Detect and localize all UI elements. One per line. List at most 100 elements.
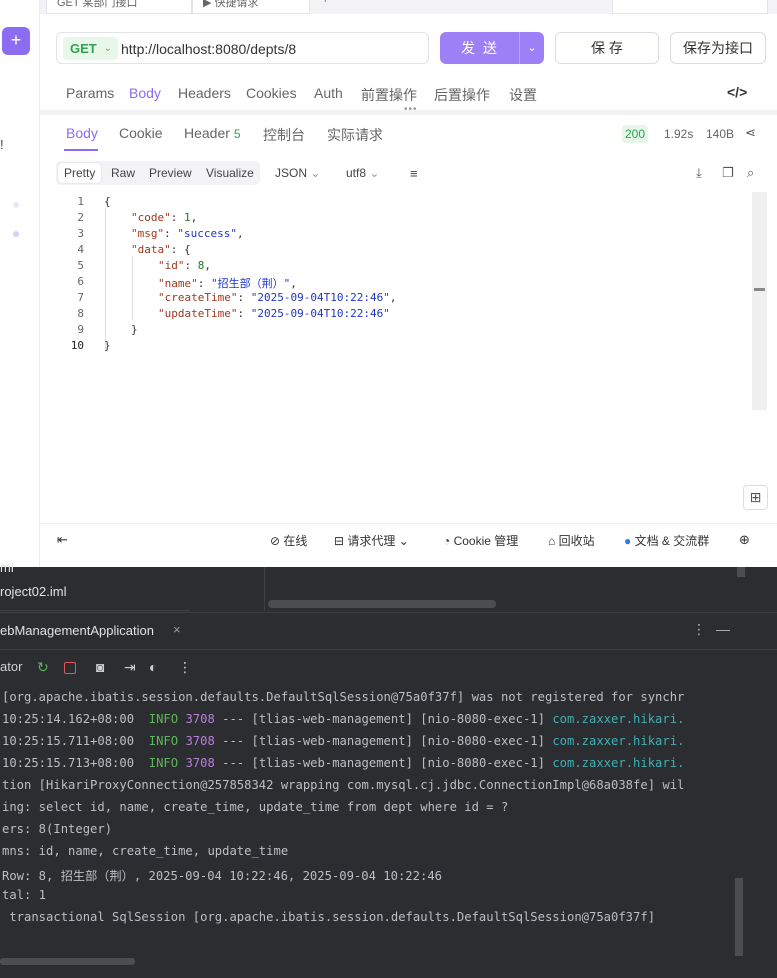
console-line: mns: id, name, create_time, update_time xyxy=(2,844,289,858)
code-token: "招生部（荆）" xyxy=(211,277,291,290)
response-tab-console[interactable]: 控制台 xyxy=(263,125,305,145)
code-token: : xyxy=(237,291,251,304)
line-number: 2 xyxy=(77,211,84,224)
log-level: INFO xyxy=(148,712,179,726)
code-token: "data" xyxy=(131,243,171,256)
code-icon[interactable]: </> xyxy=(727,84,747,100)
format-preview[interactable]: Preview xyxy=(149,166,192,180)
log-class-link[interactable]: com.zaxxer.hikari. xyxy=(552,712,684,726)
collapse-sidebar-icon[interactable]: ⇤ xyxy=(57,532,68,548)
wrap-lines-icon[interactable]: ≡ xyxy=(410,166,418,181)
tab-request-1[interactable]: GET 某部门接口 xyxy=(46,0,192,14)
method-select[interactable]: GET ⌄ xyxy=(63,37,118,60)
ide-horizontal-scrollbar[interactable] xyxy=(268,600,496,608)
sidebar-dot[interactable] xyxy=(13,231,19,237)
docs-icon: ● xyxy=(624,534,632,548)
layout-toggle-icon[interactable]: ⊞ xyxy=(743,485,768,510)
tab-settings[interactable]: 设置 xyxy=(509,85,537,105)
indent-guide xyxy=(132,256,133,320)
online-label: 在线 xyxy=(283,534,308,548)
format-raw[interactable]: Raw xyxy=(111,166,135,180)
online-status[interactable]: ⊘ 在线 xyxy=(270,532,307,549)
tab-params[interactable]: Params xyxy=(66,85,114,101)
tab-body[interactable]: Body xyxy=(129,85,161,101)
minimize-icon[interactable]: — xyxy=(716,621,730,637)
code-token: "id" xyxy=(158,259,185,272)
download-icon[interactable]: ⤓ xyxy=(696,165,702,181)
project-file[interactable]: roject02.iml xyxy=(0,584,66,599)
request-proxy-menu[interactable]: ⊟ 请求代理 ⌄ xyxy=(334,532,409,549)
editor-scrollbar-thumb[interactable] xyxy=(754,288,765,291)
save-button[interactable]: 保 存 xyxy=(555,32,659,64)
gauge-icon[interactable]: ◐ xyxy=(149,659,157,675)
rerun-icon[interactable]: ↻ xyxy=(37,659,49,676)
tab-headers[interactable]: Headers xyxy=(178,85,231,101)
environment-select[interactable] xyxy=(612,0,768,14)
tab-auth[interactable]: Auth xyxy=(314,85,343,101)
tab-request-2[interactable]: ▶ 快捷请求 xyxy=(192,0,310,14)
close-icon[interactable]: × xyxy=(173,622,181,637)
code-line: "code": 1, xyxy=(131,211,197,224)
log-level: INFO xyxy=(148,734,179,748)
editor-scrollbar[interactable] xyxy=(752,192,767,410)
console-vertical-scrollbar[interactable] xyxy=(735,878,743,956)
code-token: } xyxy=(104,339,111,352)
log-time: 10:25:15.713+08:00 xyxy=(2,756,149,770)
scroll-top-icon[interactable]: ⊕ xyxy=(739,532,750,548)
send-dropdown-chevron-icon[interactable]: ⌄ xyxy=(520,32,544,64)
tab-pre-operations[interactable]: 前置操作 xyxy=(361,85,417,105)
response-tab-cookie[interactable]: Cookie xyxy=(119,125,163,141)
project-file[interactable]: ml xyxy=(0,560,14,575)
format-select[interactable]: JSON ⌄ xyxy=(275,166,320,180)
console-line: tal: 1 xyxy=(2,888,47,902)
method-label: GET xyxy=(70,41,97,56)
recycle-bin[interactable]: ⌂ 回收站 xyxy=(548,532,595,549)
send-button[interactable]: 发 送 ⌄ xyxy=(440,32,544,64)
line-number: 4 xyxy=(77,243,84,256)
sidebar-mark: ! xyxy=(0,137,4,152)
code-line: "id": 8, xyxy=(158,259,211,272)
camera-icon[interactable]: ◙ xyxy=(96,659,104,675)
encoding-select[interactable]: utf8 ⌄ xyxy=(346,166,379,180)
code-token: : { xyxy=(170,243,191,256)
console-line: Row: 8, 招生部（荆）, 2025-09-04 10:22:46, 202… xyxy=(2,869,442,883)
more-options-icon[interactable]: ⋮ xyxy=(692,621,706,638)
response-size: 140B xyxy=(706,127,735,141)
drag-handle-icon[interactable]: ••• xyxy=(404,104,418,115)
stop-icon[interactable] xyxy=(64,662,76,674)
new-tab-button[interactable]: + xyxy=(312,0,348,14)
more-options-icon[interactable]: ⋮ xyxy=(178,659,192,676)
response-tab-body[interactable]: Body xyxy=(66,125,98,141)
log-class-link[interactable]: com.zaxxer.hikari. xyxy=(552,734,684,748)
copy-icon[interactable]: ❐ xyxy=(722,165,734,181)
cookie-manager[interactable]: ◔ Cookie 管理 xyxy=(443,532,518,549)
log-pid: 3708 xyxy=(178,756,215,770)
exit-icon[interactable]: ⇥ xyxy=(124,659,136,676)
active-tab-indicator xyxy=(64,149,98,151)
response-body-editor[interactable]: 1 2 3 4 5 6 7 8 9 10 { "code": 1, "msg":… xyxy=(56,192,752,517)
url-input[interactable]: http://localhost:8080/depts/8 xyxy=(121,41,296,57)
response-tab-header[interactable]: Header 5 xyxy=(184,125,241,141)
run-config-tab[interactable]: ebManagementApplication xyxy=(0,623,154,638)
response-tab-actual-request[interactable]: 实际请求 xyxy=(327,125,383,145)
log-class-link[interactable]: com.zaxxer.hikari. xyxy=(552,756,684,770)
console-output[interactable]: [org.apache.ibatis.session.defaults.Defa… xyxy=(0,688,745,958)
code-token: "createTime" xyxy=(158,291,238,304)
line-number: 3 xyxy=(77,227,84,240)
code-token: } xyxy=(131,323,138,336)
tab-post-operations[interactable]: 后置操作 xyxy=(434,85,490,105)
encoding-select-value: utf8 xyxy=(346,166,367,180)
console-line: tion [HikariProxyConnection@257858342 wr… xyxy=(2,778,685,792)
console-line: ers: 8(Integer) xyxy=(2,822,113,836)
tab-cookies[interactable]: Cookies xyxy=(246,85,297,101)
search-icon[interactable]: ⌕ xyxy=(747,165,754,181)
ide-vertical-scrollbar[interactable] xyxy=(737,567,745,577)
proxy-label: 请求代理 xyxy=(347,534,396,548)
format-visualize[interactable]: Visualize xyxy=(206,166,254,180)
console-horizontal-scrollbar[interactable] xyxy=(0,958,135,965)
add-button[interactable]: + xyxy=(2,27,30,55)
share-icon[interactable]: ⋖ xyxy=(745,125,756,141)
docs-community[interactable]: ● 文档 & 交流群 xyxy=(624,532,709,549)
save-as-interface-button[interactable]: 保存为接口 xyxy=(670,32,766,64)
format-pretty[interactable]: Pretty xyxy=(58,163,102,183)
